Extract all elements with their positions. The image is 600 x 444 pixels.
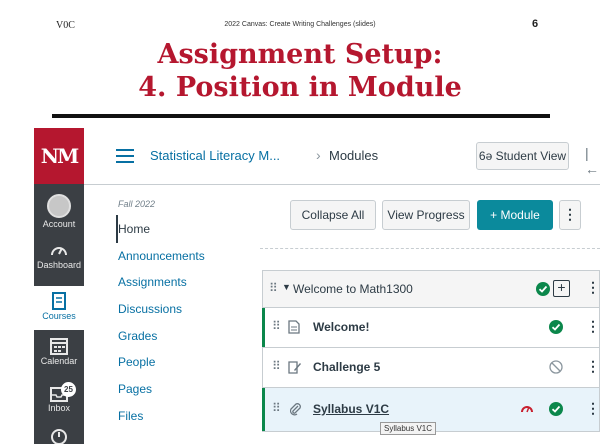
breadcrumb-separator-icon: › [316,147,321,163]
module-item[interactable]: ⠿ Welcome! ⋮ [262,308,600,348]
course-topbar: Statistical Literacy M... › Modules 6ə S… [84,128,600,184]
course-nav-discussions[interactable]: Discussions [118,302,182,316]
global-nav: NM Account Dashboard Courses Calendar 25… [34,128,84,444]
more-options-button[interactable]: ⋮ [559,200,581,230]
mastery-paths-icon[interactable] [520,402,534,414]
module-item-title[interactable]: Syllabus V1C [313,402,389,416]
course-nav-files[interactable]: Files [118,409,143,423]
nav-calendar-label: Calendar [40,356,78,366]
module-item-title[interactable]: Challenge 5 [313,360,380,374]
add-module-button[interactable]: + Module [477,200,553,230]
assignment-icon [288,361,301,374]
canvas-screenshot: NM Account Dashboard Courses Calendar 25… [34,128,600,444]
attachment-icon [289,403,301,416]
published-indicator [262,388,265,431]
course-nav-people[interactable]: People [118,355,155,369]
hamburger-menu-icon[interactable] [116,149,134,163]
nav-inbox[interactable]: 25 Inbox [34,382,84,413]
student-view-icon: 6ə [478,149,493,163]
calendar-icon [50,338,68,355]
module-item[interactable]: ⠿ Challenge 5 ⋮ [262,348,600,388]
slide-title-line-2: 4. Position in Module [138,72,462,103]
nav-courses-label: Courses [42,311,76,321]
courses-icon [52,292,66,310]
module-kebab-icon[interactable]: ⋮ [586,279,600,296]
drag-handle-icon[interactable]: ⠿ [269,281,278,295]
module-item-title[interactable]: Welcome! [313,320,369,334]
slide-page-number: 6 [532,18,539,30]
slide-header: 2022 Canvas: Create Writing Challenges (… [224,21,376,28]
dashboard-icon [51,247,67,256]
slide-title: Assignment Setup: 4. Position in Module [0,38,600,104]
collapse-all-button[interactable]: Collapse All [290,200,376,230]
module-title[interactable]: Welcome to Math1300 [293,282,413,296]
slide-title-line-1: Assignment Setup: [157,39,443,70]
item-kebab-icon[interactable]: ⋮ [586,400,600,417]
unm-logo[interactable]: NM [34,128,84,184]
drag-handle-icon[interactable]: ⠿ [272,359,281,373]
logo-text: NM [40,144,79,168]
course-nav-announcements[interactable]: Announcements [118,249,205,263]
course-nav-home[interactable]: Home [118,222,150,236]
nav-calendar[interactable]: Calendar [34,337,84,366]
nav-courses[interactable]: Courses [34,286,84,330]
collapse-nav-icon[interactable]: |← [585,145,600,177]
nav-account-label: Account [42,219,76,229]
drag-handle-icon[interactable]: ⠿ [272,319,281,333]
title-divider [52,114,550,118]
student-view-button[interactable]: 6ə Student View [476,142,569,170]
breadcrumb-current: Modules [329,148,379,163]
course-nav-grades[interactable]: Grades [118,329,157,343]
breadcrumb-course[interactable]: Statistical Literacy M... [150,148,280,163]
published-check-icon[interactable] [549,320,563,334]
published-indicator [262,308,265,347]
published-check-icon[interactable] [549,402,563,416]
term-label: Fall 2022 [118,199,156,209]
nav-account[interactable]: Account [34,194,84,229]
nav-dashboard[interactable]: Dashboard [34,241,84,270]
unpublished-icon[interactable] [549,360,563,374]
inbox-badge: 25 [61,382,76,397]
nav-dashboard-label: Dashboard [36,260,82,270]
course-nav: Fall 2022 Home Announcements Assignments… [84,185,234,444]
page-icon [288,320,300,334]
add-item-icon[interactable]: + [553,280,570,297]
caret-down-icon[interactable]: ▼ [282,282,291,292]
course-nav-pages[interactable]: Pages [118,382,152,396]
toolbar-divider [260,248,600,249]
nav-history[interactable] [34,428,84,444]
view-progress-button[interactable]: View Progress [382,200,470,230]
item-kebab-icon[interactable]: ⋮ [586,358,600,375]
published-check-icon[interactable] [536,282,550,296]
account-icon [47,194,71,218]
module-header[interactable]: ⠿ ▼ Welcome to Math1300 + ⋮ [262,270,600,308]
student-view-label: Student View [495,149,567,163]
tooltip: Syllabus V1C [380,422,437,435]
item-kebab-icon[interactable]: ⋮ [586,318,600,335]
nav-inbox-label: Inbox [47,403,71,413]
course-nav-assignments[interactable]: Assignments [118,275,187,289]
clock-icon [51,429,67,444]
drag-handle-icon[interactable]: ⠿ [272,401,281,415]
